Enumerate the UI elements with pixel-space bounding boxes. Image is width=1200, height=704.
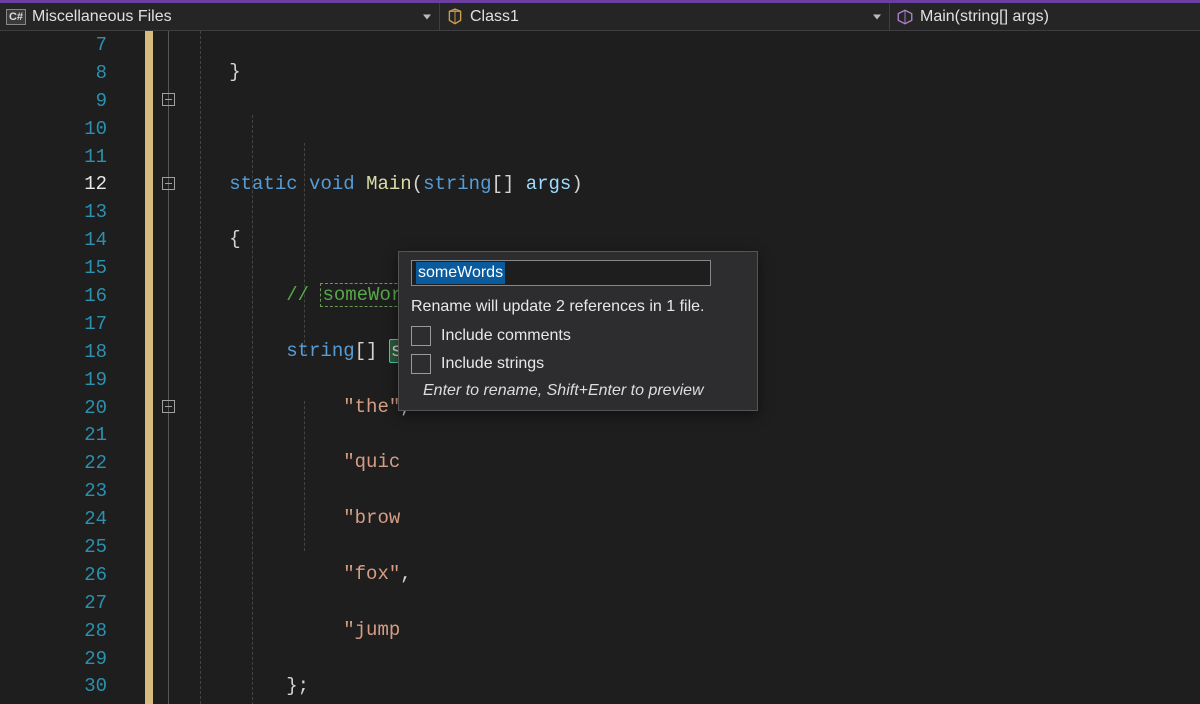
gutter-row: 20 <box>0 394 145 422</box>
gutter-row: 25 <box>0 533 145 561</box>
gutter-row: 11 <box>0 143 145 171</box>
change-indicator-stripe <box>145 31 153 704</box>
dropdown-arrow-icon <box>873 14 881 19</box>
gutter-row: 8 <box>0 59 145 87</box>
line-number: 22 <box>0 452 125 474</box>
class-icon <box>446 8 464 26</box>
rename-input-value: someWords <box>416 262 505 284</box>
fold-toggle-icon[interactable] <box>162 177 175 190</box>
gutter-row: 16 <box>0 282 145 310</box>
line-number: 23 <box>0 480 125 502</box>
line-number: 25 <box>0 536 125 558</box>
nav-class-label: Class1 <box>470 8 519 26</box>
line-number: 17 <box>0 313 125 335</box>
gutter-row: 21 <box>0 421 145 449</box>
code-line: static void Main(string[] args) <box>195 171 1200 199</box>
checkbox-icon[interactable] <box>411 354 431 374</box>
line-number: 13 <box>0 201 125 223</box>
gutter-row: 12 <box>0 170 145 198</box>
gutter-row: 13 <box>0 198 145 226</box>
rename-hint: Enter to rename, Shift+Enter to preview <box>411 382 745 400</box>
line-number: 16 <box>0 285 125 307</box>
gutter-row: 10 <box>0 115 145 143</box>
nav-method-scope[interactable]: Main(string[] args) <box>890 3 1200 30</box>
line-number: 21 <box>0 424 125 446</box>
line-number-gutter: 7 8 9 10 11 12 13 14 15 16 17 18 19 20 21 22 23 24 25 26 27 2… <box>0 31 145 704</box>
line-number: 26 <box>0 564 125 586</box>
include-comments-label: Include comments <box>441 327 571 345</box>
dropdown-arrow-icon <box>423 14 431 19</box>
gutter-row: 18 <box>0 338 145 366</box>
code-line: "jump <box>195 617 1200 645</box>
gutter-row: 7 <box>0 31 145 59</box>
gutter-row: 26 <box>0 561 145 589</box>
gutter-row: 28 <box>0 617 145 645</box>
include-strings-checkbox[interactable]: Include strings <box>411 354 745 374</box>
nav-file-label: Miscellaneous Files <box>32 8 172 26</box>
gutter-row: 30 <box>0 672 145 700</box>
line-number: 8 <box>0 62 125 84</box>
nav-method-label: Main(string[] args) <box>920 8 1049 26</box>
line-number: 20 <box>0 397 125 419</box>
gutter-row: 27 <box>0 589 145 617</box>
gutter-row: 14 <box>0 226 145 254</box>
line-number: 19 <box>0 369 125 391</box>
code-line: } <box>195 59 1200 87</box>
nav-file-scope[interactable]: C# Miscellaneous Files <box>0 3 440 30</box>
line-number: 14 <box>0 229 125 251</box>
code-line: { <box>195 226 1200 254</box>
fold-toggle-icon[interactable] <box>162 400 175 413</box>
gutter-row: 23 <box>0 477 145 505</box>
checkbox-icon[interactable] <box>411 326 431 346</box>
rename-popup: someWords Rename will update 2 reference… <box>398 251 758 411</box>
rename-message: Rename will update 2 references in 1 fil… <box>411 298 745 316</box>
folding-column <box>158 31 188 704</box>
gutter-row: 15 <box>0 254 145 282</box>
gutter-row: 9 <box>0 87 145 115</box>
gutter-row: 19 <box>0 366 145 394</box>
navigation-bar: C# Miscellaneous Files Class1 Main(strin… <box>0 3 1200 31</box>
gutter-row: 29 <box>0 645 145 673</box>
line-number: 15 <box>0 257 125 279</box>
line-number: 12 <box>0 173 125 195</box>
include-strings-label: Include strings <box>441 355 544 373</box>
gutter-row: 24 <box>0 505 145 533</box>
code-line: "fox", <box>195 561 1200 589</box>
include-comments-checkbox[interactable]: Include comments <box>411 326 745 346</box>
code-line <box>195 115 1200 143</box>
line-number: 11 <box>0 146 125 168</box>
rename-input[interactable]: someWords <box>411 260 711 286</box>
line-number: 30 <box>0 675 125 697</box>
code-line: "brow <box>195 505 1200 533</box>
line-number: 29 <box>0 648 125 670</box>
line-number: 28 <box>0 620 125 642</box>
line-number: 27 <box>0 592 125 614</box>
nav-class-scope[interactable]: Class1 <box>440 3 890 30</box>
line-number: 7 <box>0 34 125 56</box>
line-number: 18 <box>0 341 125 363</box>
code-line: "quic <box>195 449 1200 477</box>
gutter-row: 22 <box>0 449 145 477</box>
line-number: 24 <box>0 508 125 530</box>
code-line: }; <box>195 673 1200 701</box>
csharp-file-icon: C# <box>6 9 26 25</box>
code-editor[interactable]: 7 8 9 10 11 12 13 14 15 16 17 18 19 20 21 22 23 24 25 26 27 2… <box>0 31 1200 704</box>
gutter-row: 17 <box>0 310 145 338</box>
fold-toggle-icon[interactable] <box>162 93 175 106</box>
line-number: 10 <box>0 118 125 140</box>
line-number: 9 <box>0 90 125 112</box>
method-icon <box>896 8 914 26</box>
